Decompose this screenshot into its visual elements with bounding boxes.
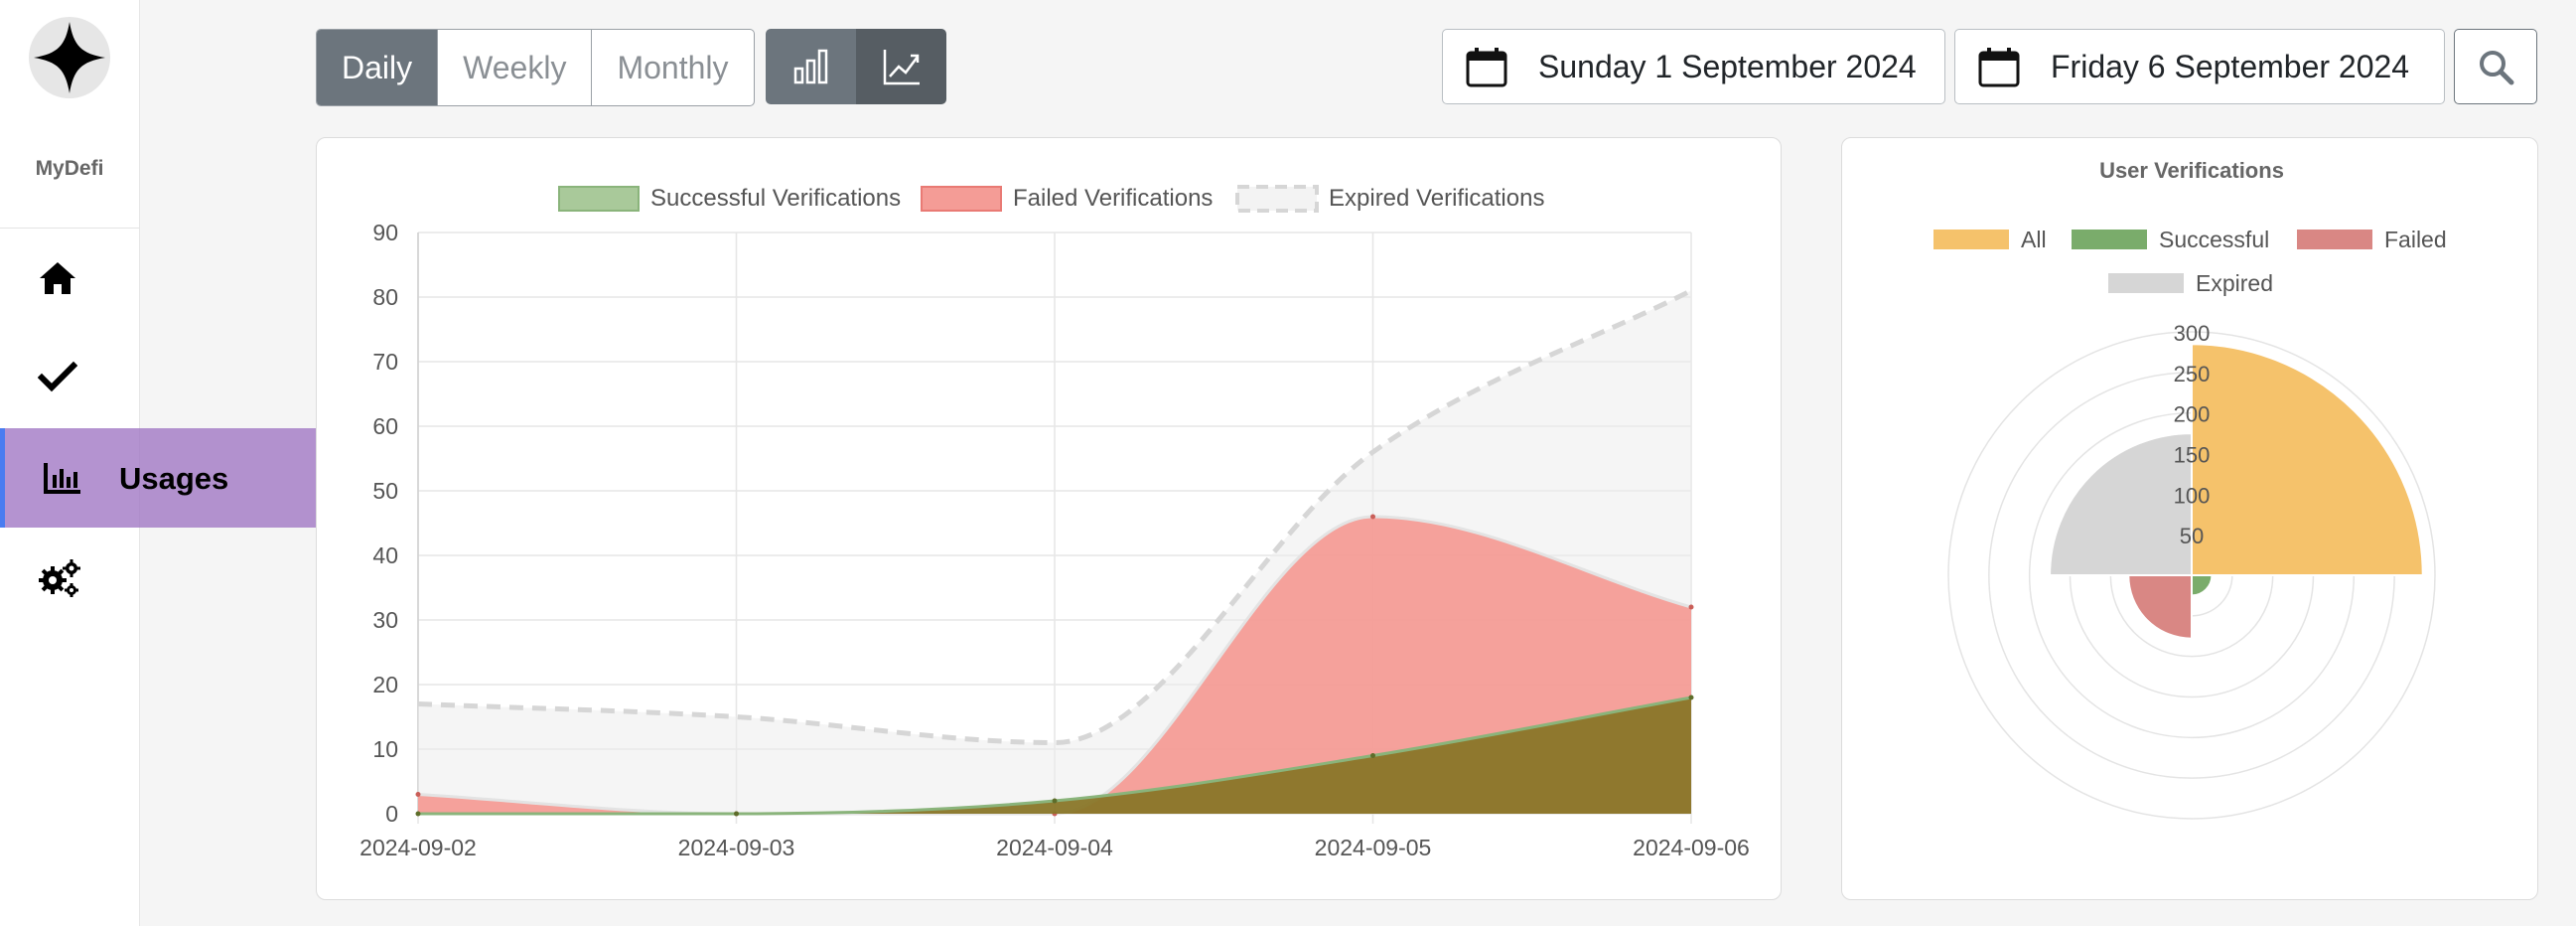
- chart-type-selector: [766, 29, 946, 104]
- end-date-text: Friday 6 September 2024: [2051, 49, 2410, 84]
- verifications-chart-card: Successful Verifications Failed Verificat…: [316, 137, 1782, 900]
- data-point: [415, 811, 421, 817]
- sidebar-item-verifications[interactable]: [0, 338, 139, 417]
- sidebar-divider: [0, 228, 139, 229]
- sidebar: MyDefi Usages: [0, 0, 437, 926]
- y-tick-label: 20: [372, 672, 398, 697]
- polar-wedge-failed: [2127, 574, 2193, 640]
- brand-name: MyDefi: [35, 157, 104, 180]
- legend-swatch-failed: [2297, 230, 2372, 249]
- y-tick-label: 90: [372, 220, 398, 245]
- sidebar-item-home[interactable]: [0, 238, 139, 318]
- x-tick-label: 2024-09-04: [996, 835, 1113, 860]
- bar-chart-icon: [793, 49, 828, 84]
- x-tick-label: 2024-09-03: [678, 835, 795, 860]
- bar-chart-icon: [44, 463, 80, 494]
- line-chart-button[interactable]: [856, 29, 946, 104]
- home-icon: [40, 262, 75, 294]
- bar-chart-button[interactable]: [766, 29, 856, 104]
- data-point: [734, 811, 739, 817]
- sidebar-item-label: Usages: [119, 461, 229, 496]
- legend-swatch-expired: [2108, 273, 2184, 293]
- period-monthly-button[interactable]: Monthly: [592, 30, 753, 105]
- sidebar-item-settings[interactable]: [0, 537, 139, 616]
- y-tick-label: 30: [372, 607, 398, 633]
- data-point: [1688, 694, 1694, 700]
- y-tick-label: 0: [385, 801, 398, 827]
- period-selector: Daily Weekly Monthly: [316, 29, 755, 106]
- gears-icon: [39, 559, 80, 597]
- mydefi-logo[interactable]: [28, 16, 111, 99]
- y-tick-label: 60: [372, 413, 398, 439]
- check-icon: [38, 361, 77, 392]
- polar-tick-label: 50: [2180, 524, 2204, 548]
- polar-tick-label: 300: [2174, 321, 2211, 346]
- search-icon: [2480, 51, 2514, 85]
- y-tick-label: 10: [372, 736, 398, 762]
- y-tick-label: 70: [372, 349, 398, 375]
- x-tick-label: 2024-09-05: [1315, 835, 1432, 860]
- x-tick-label: 2024-09-02: [359, 835, 477, 860]
- calendar-icon: [1978, 48, 2020, 87]
- data-point: [1688, 604, 1694, 610]
- polar-tick-label: 250: [2174, 362, 2211, 386]
- polar-wedge-successful: [2191, 574, 2214, 597]
- polar-chart-title: User Verifications: [2099, 158, 2284, 183]
- end-date-picker[interactable]: Friday 6 September 2024: [1954, 29, 2445, 104]
- period-weekly-button[interactable]: Weekly: [438, 30, 593, 105]
- legend-label: Failed Verifications: [1013, 185, 1213, 212]
- legend-swatch-successful: [558, 186, 640, 212]
- legend-label: Expired: [2196, 270, 2273, 296]
- legend-swatch-all: [1933, 230, 2009, 249]
- legend-label: Successful Verifications: [650, 185, 901, 212]
- data-point: [1370, 514, 1375, 520]
- legend-swatch-expired: [1235, 185, 1319, 213]
- polar-tick-label: 100: [2174, 483, 2211, 508]
- polar-tick-label: 150: [2174, 443, 2211, 468]
- legend-label: Expired Verifications: [1329, 185, 1544, 212]
- calendar-icon: [1466, 48, 1507, 87]
- legend-label: All: [2021, 227, 2047, 252]
- y-tick-label: 50: [372, 478, 398, 504]
- legend-swatch-successful: [2072, 230, 2147, 249]
- legend-swatch-failed: [921, 186, 1002, 212]
- data-point: [1370, 753, 1375, 758]
- search-button[interactable]: [2454, 29, 2537, 104]
- data-point: [415, 792, 421, 797]
- verifications-area-chart: Successful Verifications Failed Verificat…: [359, 185, 1750, 860]
- polar-wedge-all: [2191, 343, 2424, 576]
- legend-label: Successful: [2159, 227, 2269, 252]
- user-verifications-polar-chart: User Verifications All Successful Failed Exp…: [1933, 158, 2447, 820]
- polar-tick-label: 200: [2174, 402, 2211, 427]
- start-date-text: Sunday 1 September 2024: [1538, 49, 1917, 84]
- polar-wedge-expired: [2049, 432, 2193, 576]
- y-tick-label: 80: [372, 284, 398, 310]
- y-tick-label: 40: [372, 542, 398, 568]
- user-verifications-card: User Verifications All Successful Failed Exp…: [1841, 137, 2538, 900]
- legend-label: Failed: [2384, 227, 2447, 252]
- period-daily-button[interactable]: Daily: [317, 30, 439, 105]
- x-tick-label: 2024-09-06: [1633, 835, 1750, 860]
- data-point: [1052, 798, 1058, 804]
- start-date-picker[interactable]: Sunday 1 September 2024: [1442, 29, 1945, 104]
- line-chart-icon: [883, 50, 920, 85]
